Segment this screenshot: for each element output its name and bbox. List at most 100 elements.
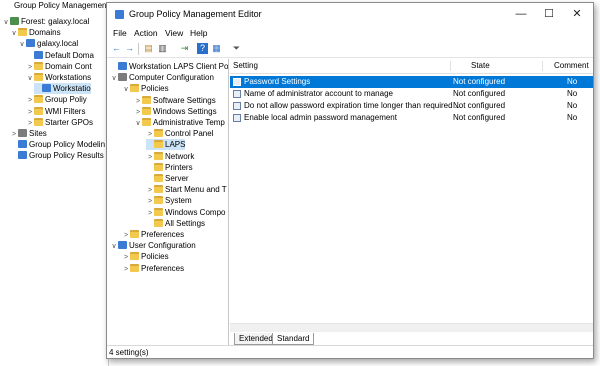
menu-help[interactable]: Help <box>190 27 207 39</box>
collapse-chevron-icon[interactable]: ∨ <box>10 28 18 39</box>
gpmc-tree-item[interactable]: > Sites <box>10 128 47 139</box>
folder-icon <box>130 230 139 238</box>
setting-name: Name of administrator account to manage <box>233 88 393 100</box>
setting-row[interactable]: Do not allow password expiration time lo… <box>230 100 593 112</box>
policy-tree-item[interactable]: > Windows Settings <box>134 106 217 117</box>
gpmc-tree-label: Group Policy Modelin <box>29 140 106 150</box>
collapse-chevron-icon[interactable]: ∨ <box>26 73 34 84</box>
policy-setting-icon <box>233 78 241 86</box>
title-bar[interactable]: Group Policy Management Editor — ☐ ✕ <box>107 3 593 25</box>
setting-label: Do not allow password expiration time lo… <box>244 101 462 110</box>
policy-tree-item[interactable]: > Start Menu and T <box>146 184 227 195</box>
view-tabs: Extended Standard <box>230 333 593 345</box>
gpmc-tree-item[interactable]: Default Doma <box>26 50 94 61</box>
gpmc-tree-item[interactable]: Group Policy Modelin <box>10 139 105 150</box>
help-icon[interactable]: ? <box>197 43 208 54</box>
maximize-button[interactable]: ☐ <box>535 6 563 22</box>
policy-tree-item[interactable]: Printers <box>146 162 193 173</box>
menu-bar: File Action View Help <box>107 27 593 39</box>
policy-tree-item[interactable]: > Preferences <box>122 263 184 274</box>
domain-icon <box>26 39 35 48</box>
user-icon <box>118 241 127 250</box>
tab-standard[interactable]: Standard <box>272 333 315 345</box>
gpmc-tree-item[interactable]: > Domain Cont <box>26 61 92 72</box>
folder-icon <box>154 185 163 194</box>
policy-tree-label: All Settings <box>165 218 206 228</box>
gpo-icon <box>18 140 27 149</box>
gpmc-tree-item[interactable]: > Group Poliy <box>26 94 87 105</box>
back-icon[interactable]: ← <box>111 43 122 54</box>
setting-row[interactable]: Enable local admin password management No… <box>230 112 593 124</box>
collapse-chevron-icon[interactable]: ∨ <box>122 84 130 95</box>
setting-state: Not configured <box>453 77 506 86</box>
gpmc-tree-item[interactable]: Group Policy Results <box>10 150 104 161</box>
policy-tree-label: System <box>165 196 192 206</box>
gpmc-tree-label: Domains <box>29 28 61 38</box>
setting-comment: No <box>567 89 578 98</box>
filter-icon[interactable]: ⏷ <box>231 43 242 54</box>
gpmc-tree-item[interactable]: ∨ Forest: galaxy.local <box>2 16 89 27</box>
horizontal-scrollbar[interactable] <box>230 323 593 332</box>
policy-tree-item[interactable]: All Settings <box>146 218 205 229</box>
setting-name: Do not allow password expiration time lo… <box>233 100 461 112</box>
policy-tree-item[interactable]: > Preferences <box>122 229 184 240</box>
gpmc-tree-item[interactable]: > Starter GPOs <box>26 117 93 128</box>
gpmc-tree-item[interactable]: Workstatio <box>34 83 91 95</box>
policy-tree-item[interactable]: > Software Settings <box>134 95 216 106</box>
gpmc-tree-label: Group Policy Results <box>29 151 104 161</box>
expand-chevron-icon[interactable]: > <box>122 264 130 275</box>
setting-name: Enable local admin password management <box>233 112 397 124</box>
policy-tree-label: Network <box>165 151 195 161</box>
gpme-window: Group Policy Management Editor — ☐ ✕ Fil… <box>106 2 594 359</box>
collapse-chevron-icon[interactable]: ∨ <box>110 241 118 252</box>
folder-icon <box>154 151 163 160</box>
gpmc-tree-item[interactable]: ∨ Workstations <box>26 72 91 83</box>
setting-row[interactable]: Name of administrator account to manage N… <box>230 88 593 100</box>
show-hide-tree-icon[interactable]: ▥ <box>157 43 168 54</box>
window-title: Group Policy Management Editor <box>129 9 262 19</box>
forward-icon[interactable]: → <box>124 43 135 54</box>
policy-tree-item[interactable]: > System <box>146 195 192 206</box>
menu-view[interactable]: View <box>165 27 183 39</box>
policy-tree-item[interactable]: > Control Panel <box>146 128 213 139</box>
up-folder-icon[interactable]: ▤ <box>143 43 154 54</box>
toolbar: ← → ▤ ▥ ⇥ ? ▦ ⏷ <box>107 41 593 58</box>
menu-action[interactable]: Action <box>134 27 158 39</box>
gpmc-tree: ∨ Forest: galaxy.local ∨ Domains ∨ galaxy.loc… <box>0 12 109 366</box>
collapse-chevron-icon[interactable]: ∨ <box>18 39 26 50</box>
policy-tree-item[interactable]: LAPS <box>146 139 186 151</box>
folder-icon <box>34 95 43 104</box>
header-setting[interactable]: Setting <box>233 59 258 73</box>
gpmc-tree-label: Default Doma <box>45 50 94 60</box>
close-button[interactable]: ✕ <box>563 6 591 22</box>
collapse-chevron-icon[interactable]: ∨ <box>2 17 10 28</box>
setting-row[interactable]: Password Settings Not configured No <box>230 76 593 88</box>
menu-file[interactable]: File <box>113 27 127 39</box>
policy-tree-item[interactable]: > Windows Compo <box>146 207 225 218</box>
setting-state: Not configured <box>453 113 506 122</box>
gpmc-tree-item[interactable]: > WMI Filters <box>26 106 85 117</box>
policy-tree-item[interactable]: ∨ User Configuration <box>110 240 196 251</box>
policy-tree-item[interactable]: Workstation LAPS Client Policy <box>110 61 228 72</box>
export-list-icon[interactable]: ⇥ <box>179 43 190 54</box>
collapse-chevron-icon[interactable]: ∨ <box>110 73 118 84</box>
gpmc-tree-label: Group Poliy <box>45 95 87 105</box>
gpmc-tree-item[interactable]: ∨ galaxy.local <box>18 38 78 49</box>
policy-tree-item[interactable]: ∨ Policies <box>122 83 169 94</box>
minimize-button[interactable]: — <box>507 6 535 22</box>
folder-icon <box>154 174 163 182</box>
policy-tree-item[interactable]: Server <box>146 173 189 184</box>
policy-tree-item[interactable]: ∨ Computer Configuration <box>110 72 214 83</box>
header-comment[interactable]: Comment <box>554 59 589 73</box>
setting-label: Password Settings <box>244 77 311 86</box>
policy-tree-item[interactable]: > Policies <box>122 251 169 262</box>
header-state[interactable]: State <box>471 59 490 73</box>
folder-icon <box>154 129 163 138</box>
policy-tree-item[interactable]: ∨ Administrative Temp <box>134 117 225 128</box>
collapse-chevron-icon[interactable]: ∨ <box>134 118 142 129</box>
policy-tree-item[interactable]: > Network <box>146 151 194 162</box>
forest-icon <box>10 17 19 25</box>
gpmc-tree-item[interactable]: ∨ Domains <box>10 27 61 38</box>
properties-icon[interactable]: ▦ <box>211 43 222 54</box>
policy-tree-label: Windows Compo <box>165 207 226 217</box>
